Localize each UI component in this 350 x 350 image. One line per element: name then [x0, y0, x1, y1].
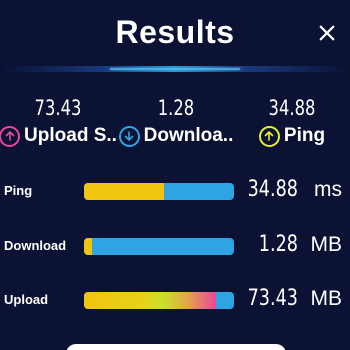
- summary-ping-value: 34.88: [268, 96, 316, 120]
- page-title: Results: [115, 14, 235, 50]
- summary-download-label: Downloa..: [143, 125, 234, 146]
- row-download-unit: MB: [310, 233, 343, 256]
- row-upload: Upload 73.43 MB: [0, 282, 350, 318]
- row-ping-bar: [84, 183, 234, 200]
- summary-upload-value: 73.43: [34, 96, 82, 120]
- row-upload-bar: [84, 292, 234, 309]
- row-upload-label: Upload: [4, 292, 49, 307]
- row-download-label: Download: [4, 238, 67, 253]
- summary-download-value: 1.28: [157, 96, 195, 120]
- download-arrow-icon: [118, 125, 140, 147]
- row-download: Download 1.28 MB: [0, 228, 350, 264]
- summary-stats: 73.43 Upload S.. 1.28 Downloa.. 34.88 Pi…: [0, 96, 350, 156]
- row-ping-unit: ms: [314, 178, 342, 201]
- row-ping-label: Ping: [4, 183, 33, 198]
- row-ping: Ping 34.88 ms: [0, 173, 350, 209]
- row-ping-value: 34.88: [247, 177, 298, 202]
- summary-ping: 34.88 Ping: [234, 96, 350, 147]
- header-divider: [0, 66, 350, 72]
- row-download-value: 1.28: [258, 232, 298, 257]
- row-upload-value: 73.43: [247, 286, 298, 311]
- summary-upload: 73.43 Upload S..: [0, 96, 117, 147]
- upload-arrow-icon: [0, 125, 21, 147]
- results-header: Results: [0, 0, 350, 72]
- row-download-bar-fill: [84, 238, 92, 255]
- row-upload-bar-fill: [84, 292, 216, 309]
- close-icon[interactable]: [314, 20, 340, 46]
- ping-arrow-icon: [258, 125, 280, 147]
- bottom-action-button[interactable]: [66, 344, 286, 350]
- row-upload-unit: MB: [310, 287, 343, 310]
- summary-ping-label: Ping: [283, 125, 326, 146]
- row-download-bar: [84, 238, 234, 255]
- summary-download: 1.28 Downloa..: [118, 96, 234, 147]
- row-ping-bar-fill: [84, 183, 164, 200]
- summary-upload-label: Upload S..: [24, 125, 117, 146]
